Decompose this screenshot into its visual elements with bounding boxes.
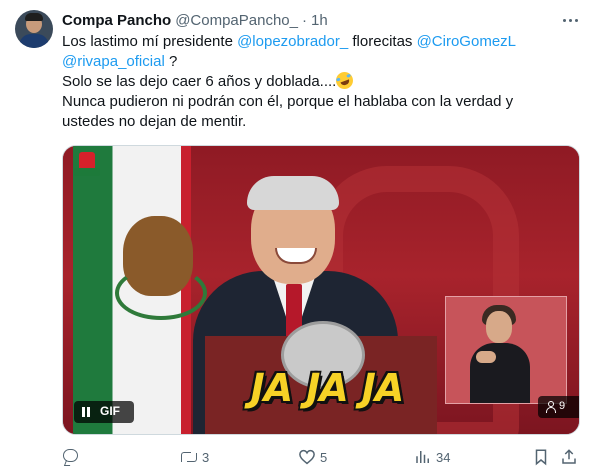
timestamp[interactable]: 1h	[311, 12, 328, 29]
like-icon	[298, 448, 316, 466]
tweet-line-5: ustedes no dejan de mentir.	[62, 112, 577, 132]
channel-logo	[71, 150, 101, 180]
bookmark-button[interactable]	[532, 446, 550, 468]
tweet-line-2: @rivapa_oficial ?	[62, 52, 577, 72]
viewer-count-badge: 9	[538, 396, 579, 418]
views-count: 34	[436, 449, 451, 465]
separator-dot: ·	[302, 11, 307, 29]
gif-controls[interactable]: GIF	[74, 401, 134, 423]
overlay-word: JA	[306, 366, 349, 410]
like-button[interactable]: 5	[298, 446, 327, 468]
avatar-hair	[25, 13, 43, 21]
tweet-text: Los lastimo mí presidente @lopezobrador_…	[62, 32, 577, 132]
tweet[interactable]: Compa Pancho @CompaPancho_ · 1h Los last…	[0, 0, 594, 476]
mention-link[interactable]: @rivapa_oficial	[62, 53, 165, 70]
overlay-word: JA	[361, 366, 405, 410]
author-handle[interactable]: @CompaPancho_	[175, 12, 298, 29]
views-icon	[414, 448, 432, 466]
sign-language-interpreter	[445, 296, 567, 404]
viewer-icon	[546, 401, 556, 413]
share-icon	[560, 448, 578, 466]
mention-link[interactable]: @lopezobrador_	[237, 33, 348, 50]
tweet-header: Compa Pancho @CompaPancho_ · 1h	[62, 10, 328, 30]
tweet-text-segment: ?	[164, 53, 178, 70]
retweet-count: 3	[202, 449, 210, 465]
gif-media[interactable]: JA JA JA GIF 9	[62, 145, 580, 435]
like-count: 5	[320, 449, 328, 465]
tweet-text-segment: ustedes no dejan de mentir.	[62, 113, 247, 130]
tweet-line-3: Solo se las dejo caer 6 años y doblada..…	[62, 69, 577, 92]
pause-icon[interactable]	[81, 407, 91, 417]
author-name[interactable]: Compa Pancho	[62, 12, 171, 29]
retweet-icon	[180, 448, 198, 466]
tweet-line-1: Los lastimo mí presidente @lopezobrador_…	[62, 32, 577, 52]
tweet-text-segment: florecitas	[348, 33, 417, 50]
tweet-text-segment: Nunca pudieron ni podrán con él, porque …	[62, 93, 514, 110]
avatar[interactable]	[15, 10, 53, 48]
action-bar: 3 5 34	[62, 446, 580, 468]
mention-link[interactable]: @CiroGomezL	[417, 33, 516, 50]
tweet-text-segment: Los lastimo mí presidente	[62, 33, 238, 50]
tweet-text-segment: Solo se las dejo caer 6 años y doblada..…	[62, 73, 337, 90]
views-button[interactable]: 34	[414, 446, 450, 468]
bookmark-icon	[532, 448, 550, 466]
reply-icon	[62, 448, 80, 466]
avatar-shirt	[19, 34, 49, 48]
viewer-count: 9	[559, 400, 566, 412]
overlay-word: JA	[250, 366, 294, 410]
more-icon[interactable]	[559, 10, 581, 30]
reply-button[interactable]	[62, 446, 84, 468]
retweet-button[interactable]: 3	[180, 446, 209, 468]
gif-label: GIF	[100, 404, 120, 418]
emoji-rofl-icon	[333, 69, 356, 92]
share-button[interactable]	[560, 446, 578, 468]
tweet-line-4: Nunca pudieron ni podrán con él, porque …	[62, 92, 577, 112]
gif-overlay-text: JA JA JA	[217, 358, 437, 418]
